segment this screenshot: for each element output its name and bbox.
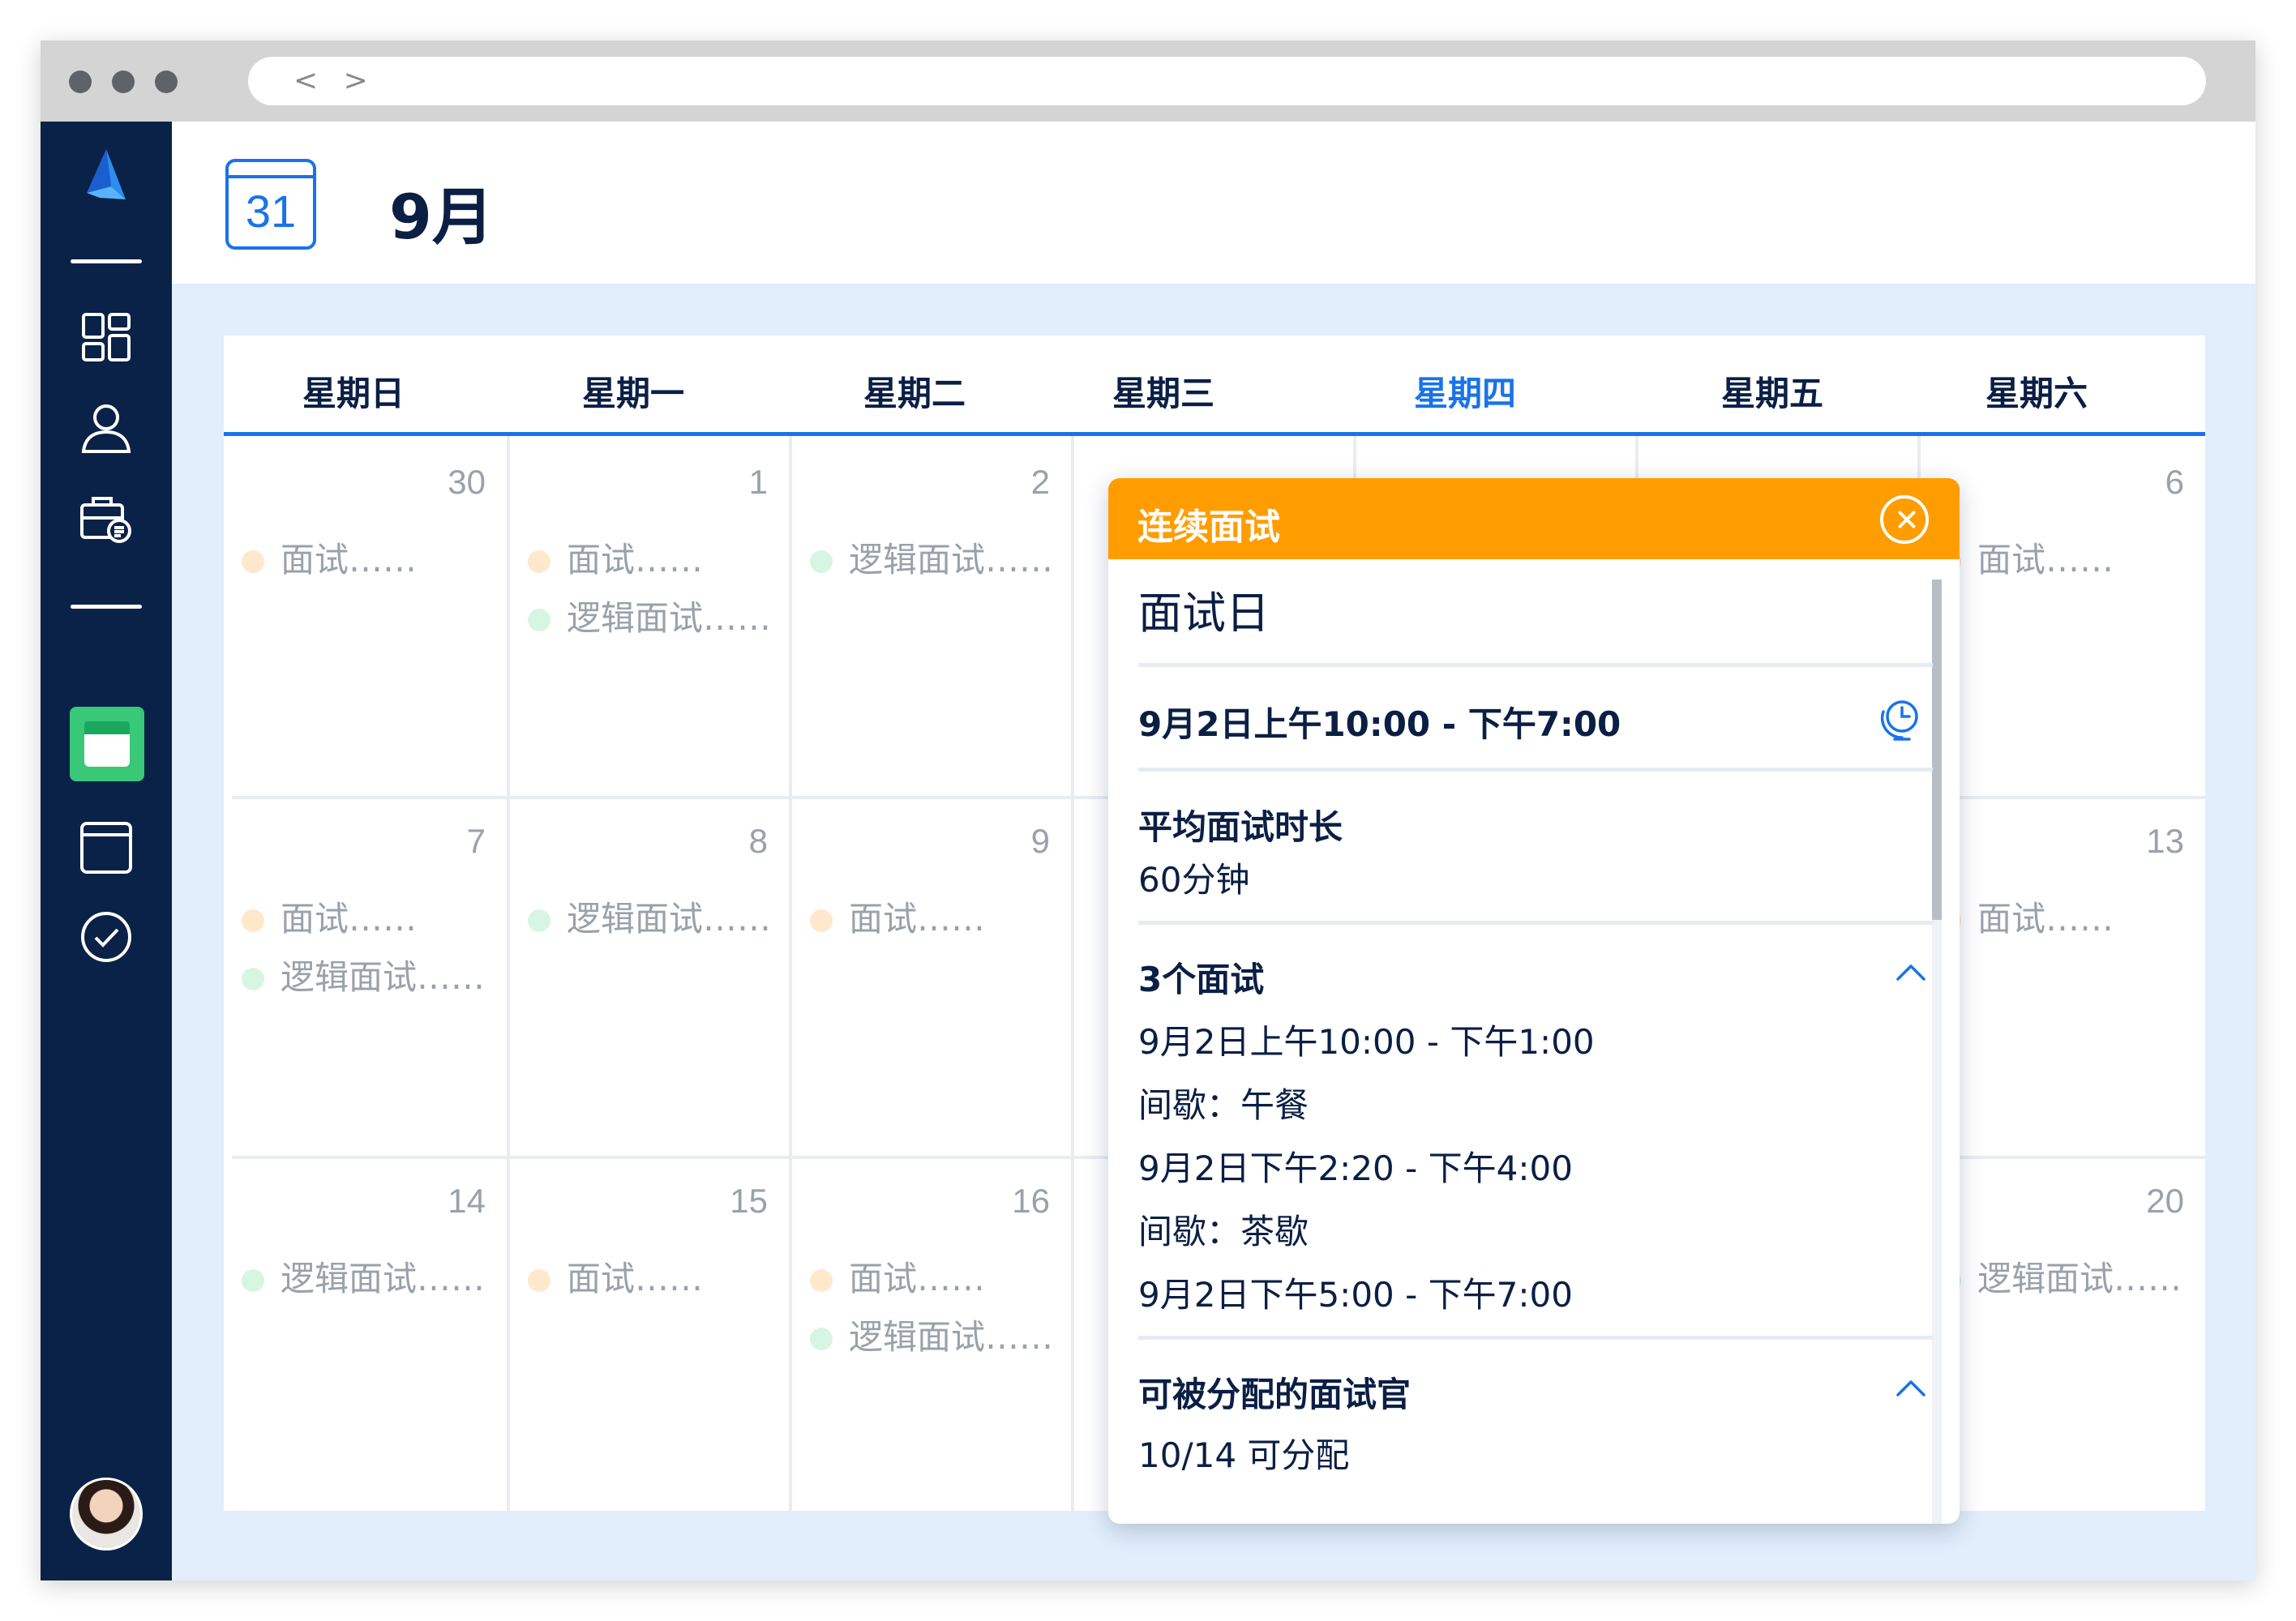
weekday-label: 星期二: [863, 374, 966, 413]
close-icon[interactable]: [1880, 495, 1929, 544]
event-item[interactable]: 逻辑面试……: [1938, 1251, 2182, 1301]
event-details-popover: 连续面试 面试日 9月2日上午10:00 - 下午7:00 平均面试时长 60分…: [1108, 478, 1960, 1524]
avg-duration-label: 平均面试时长: [1138, 807, 1343, 847]
weekday-label: 星期六: [1985, 374, 2088, 413]
interviewers-section-label: 可被分配的面试官: [1138, 1375, 1411, 1414]
address-bar[interactable]: < >: [248, 57, 2206, 105]
calendar-icon: [84, 721, 130, 767]
event-time-range: 9月2日上午10:00 - 下午7:00: [1138, 704, 1621, 744]
schedule-item: 9月2日上午10:00 - 下午1:00: [1138, 1022, 1595, 1062]
weekday-header: 星期日 星期一 星期二 星期三 星期四 星期五 星期六: [224, 336, 2205, 436]
chevron-up-icon[interactable]: [1895, 1372, 1927, 1405]
day-cell[interactable]: 30 面试……: [224, 440, 507, 796]
day-cell[interactable]: 13 面试……: [1921, 799, 2205, 1156]
event-item[interactable]: 面试……: [810, 1251, 985, 1301]
schedule-break: 间歇：茶歇: [1138, 1212, 1309, 1251]
scrollbar-thumb[interactable]: [1932, 580, 1942, 920]
weekday-label-today: 星期四: [1413, 374, 1517, 413]
back-forward-icon[interactable]: < >: [293, 64, 376, 97]
user-icon[interactable]: [79, 400, 134, 455]
grid-line: [1071, 436, 1074, 1511]
event-item[interactable]: 逻辑面试……: [242, 1251, 485, 1301]
event-item[interactable]: 逻辑面试……: [810, 532, 1053, 582]
calendar-date-icon: 31: [225, 159, 316, 250]
schedule-item: 9月2日下午5:00 - 下午7:00: [1138, 1275, 1573, 1315]
event-item[interactable]: 逻辑面试……: [242, 950, 485, 999]
window-minimize-dot[interactable]: [112, 71, 135, 93]
popover-header-title: 连续面试: [1137, 507, 1280, 548]
sidebar-divider: [71, 605, 142, 609]
chevron-up-icon[interactable]: [1895, 956, 1927, 989]
window-maximize-dot[interactable]: [155, 71, 178, 93]
event-item[interactable]: 面试……: [242, 532, 417, 582]
popover-header: 连续面试: [1108, 478, 1960, 559]
event-item[interactable]: 面试……: [528, 1251, 703, 1301]
day-cell[interactable]: 6 面试……: [1921, 440, 2205, 796]
window-close-dot[interactable]: [69, 71, 92, 93]
day-cell[interactable]: 16 面试…… 逻辑面试……: [792, 1159, 1071, 1511]
page-title: 9月: [389, 181, 494, 253]
day-cell[interactable]: 14 逻辑面试……: [224, 1159, 507, 1511]
browser-window: < > 31 9月 星期日 星期一 星期二 星期三 星期四 星期五 星期六 30…: [41, 41, 2255, 1580]
event-item[interactable]: 面试……: [810, 892, 985, 941]
day-cell[interactable]: 9 面试……: [792, 799, 1071, 1156]
day-cell[interactable]: 1 面试…… 逻辑面试……: [510, 440, 789, 796]
check-circle-icon[interactable]: [79, 909, 134, 964]
sidebar: [41, 122, 172, 1580]
event-item[interactable]: 面试……: [528, 532, 703, 582]
browser-chrome: < >: [41, 41, 2255, 122]
day-cell[interactable]: 2 逻辑面试……: [792, 440, 1071, 796]
interviewers-available: 10/14 可分配: [1138, 1435, 1350, 1475]
logo-icon[interactable]: [75, 146, 137, 207]
divider: [1138, 921, 1933, 925]
weekday-label: 星期一: [581, 374, 685, 413]
day-cell[interactable]: 8 逻辑面试……: [510, 799, 789, 1156]
event-item[interactable]: 面试……: [242, 892, 417, 941]
event-title: 面试日: [1138, 588, 1270, 639]
sidebar-divider: [71, 259, 142, 263]
event-item[interactable]: 逻辑面试……: [810, 1310, 1053, 1359]
day-cell[interactable]: 15 面试……: [510, 1159, 789, 1511]
sidebar-item-calendar-active[interactable]: [70, 707, 144, 781]
schedule-item: 9月2日下午2:20 - 下午4:00: [1138, 1148, 1573, 1188]
day-cell[interactable]: 20 逻辑面试……: [1921, 1159, 2205, 1511]
interviews-section-label: 3个面试: [1138, 960, 1265, 999]
event-item[interactable]: 面试……: [1938, 892, 2114, 941]
divider: [1138, 663, 1933, 667]
event-item[interactable]: 逻辑面试……: [528, 591, 771, 640]
timezone-clock-icon[interactable]: [1877, 695, 1924, 742]
page-header: 31 9月: [172, 122, 2255, 284]
weekday-label: 星期五: [1720, 374, 1824, 413]
divider: [1138, 1336, 1933, 1340]
dashboard-icon[interactable]: [79, 310, 134, 365]
day-cell[interactable]: 7 面试…… 逻辑面试……: [224, 799, 507, 1156]
avg-duration-value: 60分钟: [1138, 860, 1250, 900]
user-avatar[interactable]: [70, 1478, 143, 1550]
weekday-label: 星期日: [302, 374, 405, 413]
schedule-break: 间歇：午餐: [1138, 1085, 1309, 1125]
event-item[interactable]: 逻辑面试……: [528, 892, 771, 941]
event-item[interactable]: 面试……: [1938, 532, 2114, 582]
window-icon[interactable]: [79, 820, 134, 875]
divider: [1138, 768, 1933, 772]
briefcase-icon[interactable]: [79, 490, 134, 545]
weekday-label: 星期三: [1112, 374, 1215, 413]
